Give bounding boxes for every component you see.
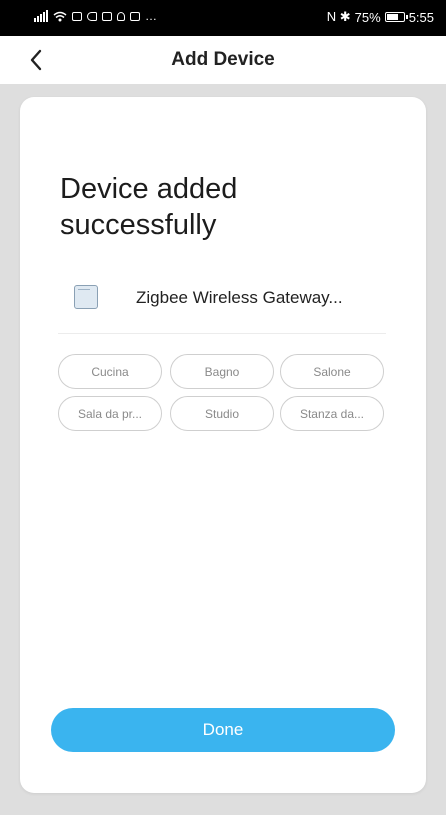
- room-chip-cucina[interactable]: Cucina: [58, 354, 162, 389]
- status-left-icons: …: [34, 9, 158, 23]
- device-name[interactable]: Zigbee Wireless Gateway...: [136, 288, 343, 308]
- result-card: Device added successfully Zigbee Wireles…: [20, 97, 426, 793]
- gateway-device-icon: [74, 285, 98, 309]
- cast-icon: [87, 11, 97, 21]
- device-row[interactable]: Zigbee Wireless Gateway...: [58, 277, 386, 334]
- clock: 5:55: [408, 9, 434, 25]
- page-title: Add Device: [171, 49, 275, 70]
- message-icon: [102, 11, 112, 21]
- room-chip-salone[interactable]: Salone: [280, 354, 384, 389]
- room-chip-stanza-da[interactable]: Stanza da...: [280, 396, 384, 431]
- battery-level: [386, 14, 398, 20]
- room-chip-bagno[interactable]: Bagno: [170, 354, 274, 389]
- status-right-icons: N ✱ 75% 5:55: [327, 9, 434, 25]
- success-headline: Device added successfully: [60, 173, 238, 241]
- wifi-icon: [53, 11, 67, 21]
- notification-icon: [72, 11, 82, 21]
- done-button[interactable]: Done: [51, 708, 395, 752]
- signal-icon: [34, 10, 48, 22]
- status-bar: … N ✱ 75% 5:55: [0, 0, 446, 36]
- room-chip-sala-da-pranzo[interactable]: Sala da pr...: [58, 396, 162, 431]
- nfc-bluetooth-icons: N ✱: [326, 9, 351, 24]
- battery-icon: [384, 12, 408, 22]
- more-notifications-indicator: …: [145, 9, 158, 23]
- nav-bar: Add Device: [0, 36, 446, 84]
- alert-icon: [117, 11, 125, 21]
- room-chip-studio[interactable]: Studio: [170, 396, 274, 431]
- app-icon: [130, 11, 140, 21]
- battery-percent: 75%: [354, 9, 381, 25]
